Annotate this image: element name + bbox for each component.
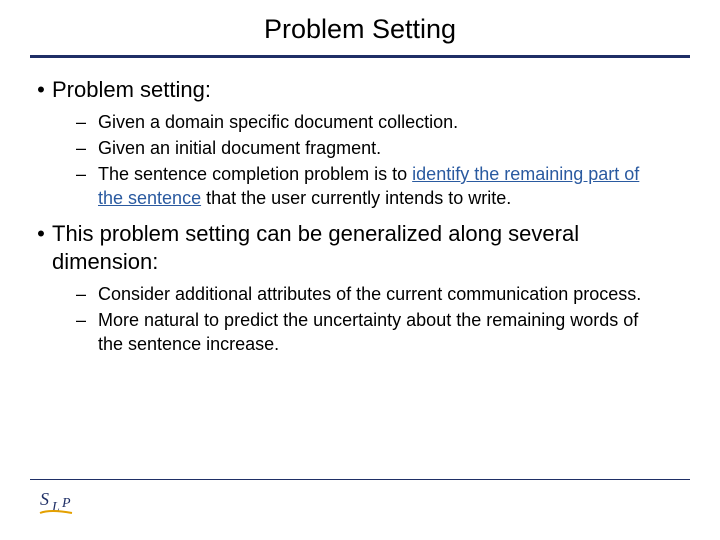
sub-text: Given an initial document fragment. [98, 136, 381, 160]
slide-title: Problem Setting [0, 14, 720, 45]
sub-text: Given a domain specific document collect… [98, 110, 458, 134]
slide: Problem Setting • Problem setting: – Giv… [0, 0, 720, 540]
footer-rule [30, 479, 690, 480]
dash-icon: – [76, 136, 98, 160]
title-area: Problem Setting [0, 0, 720, 45]
svg-text:L: L [51, 500, 60, 515]
sub-suffix: that the user currently intends to write… [201, 188, 511, 208]
svg-text:P: P [61, 496, 71, 511]
bullet-text: Problem setting: [52, 76, 211, 104]
dash-icon: – [76, 110, 98, 134]
sub-item: – Given an initial document fragment. [76, 136, 690, 160]
sub-item: – Given a domain specific document colle… [76, 110, 690, 134]
sub-list: – Given a domain specific document colle… [76, 110, 690, 210]
sub-text: More natural to predict the uncertainty … [98, 308, 658, 356]
bullet-dot-icon: • [30, 76, 52, 104]
bullet-dot-icon: • [30, 220, 52, 248]
dash-icon: – [76, 282, 98, 306]
bullet-item: • This problem setting can be generalize… [30, 220, 690, 356]
dash-icon: – [76, 162, 98, 186]
sub-list: – Consider additional attributes of the … [76, 282, 690, 356]
bullet-text: This problem setting can be generalized … [52, 220, 690, 276]
dash-icon: – [76, 308, 98, 332]
svg-text:S: S [40, 489, 49, 509]
sub-text-mixed: The sentence completion problem is to id… [98, 162, 658, 210]
logo-icon: S L P [38, 487, 80, 522]
bullet-list: • Problem setting: – Given a domain spec… [30, 76, 690, 356]
sub-item: – The sentence completion problem is to … [76, 162, 690, 210]
sub-item: – More natural to predict the uncertaint… [76, 308, 690, 356]
content-area: • Problem setting: – Given a domain spec… [0, 58, 720, 356]
bullet-item: • Problem setting: – Given a domain spec… [30, 76, 690, 210]
sub-item: – Consider additional attributes of the … [76, 282, 690, 306]
sub-text: Consider additional attributes of the cu… [98, 282, 641, 306]
sub-prefix: The sentence completion problem is to [98, 164, 412, 184]
